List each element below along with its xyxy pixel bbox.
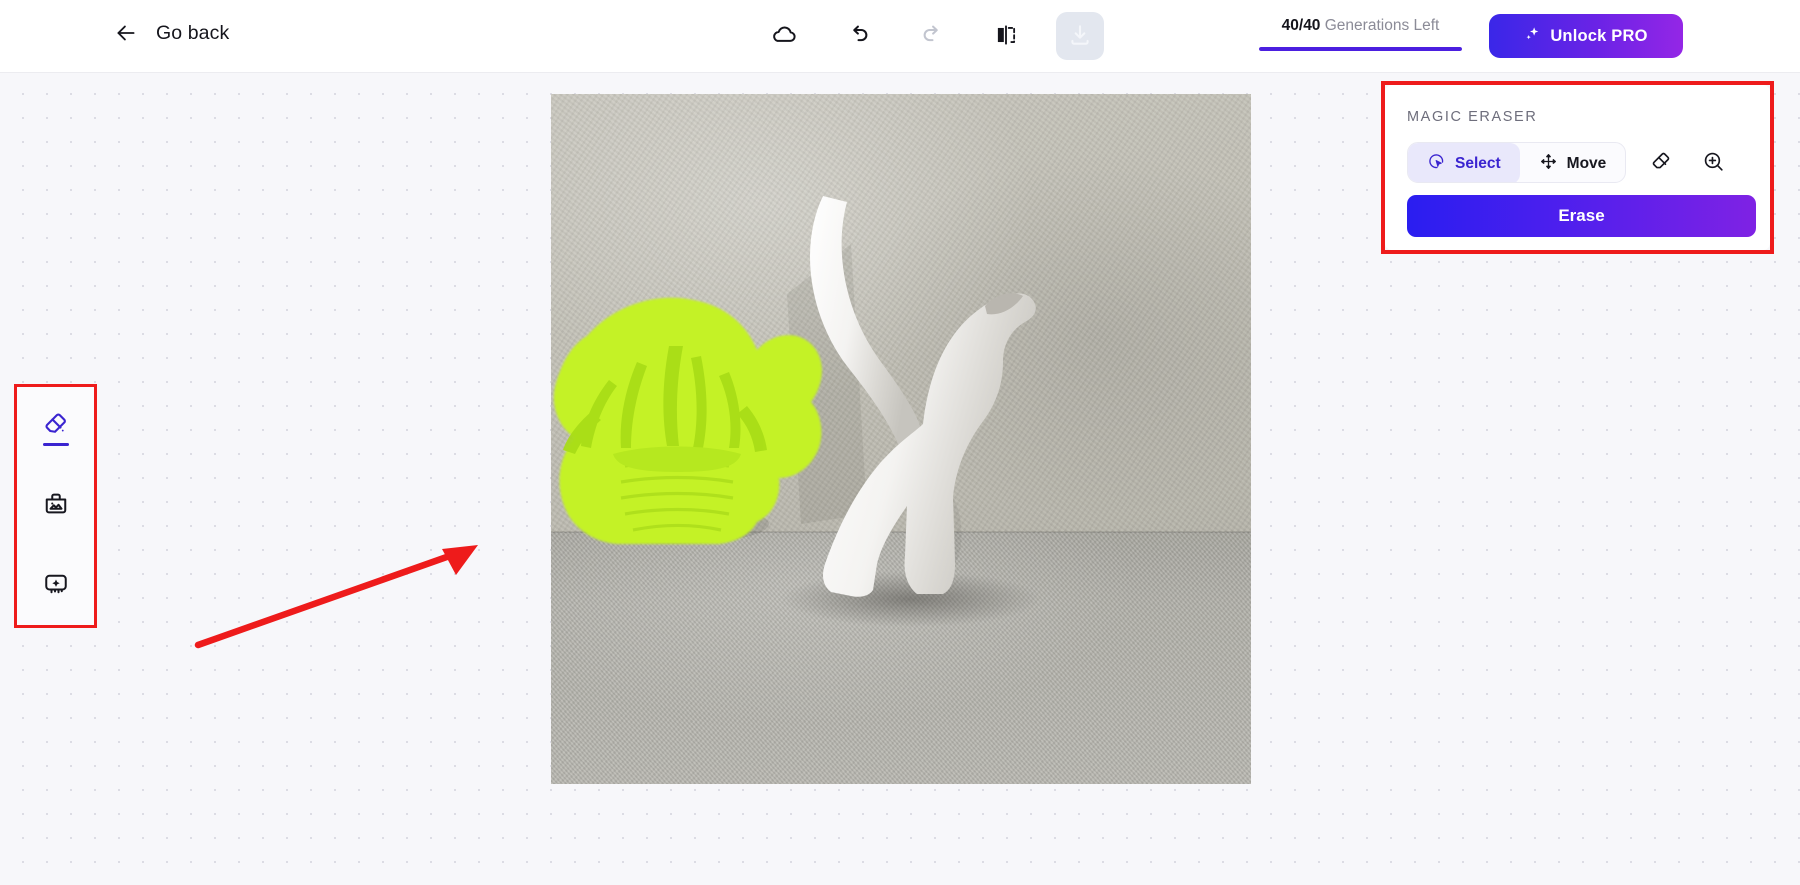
download-button[interactable] <box>1056 12 1104 60</box>
zoom-in-icon <box>1701 149 1726 177</box>
mode-switch: Select Move <box>1407 142 1627 183</box>
panel-zoom-in-button[interactable] <box>1696 146 1730 180</box>
move-arrows-icon <box>1539 152 1558 176</box>
header-toolbar <box>760 12 1104 60</box>
editor-canvas[interactable]: MAGIC ERASER Select Move Erase <box>0 73 1800 885</box>
generations-progress-track <box>1259 47 1462 51</box>
ai-enhance-tool-button[interactable] <box>14 546 97 625</box>
magic-eraser-tool-button[interactable] <box>14 387 97 466</box>
go-back-button[interactable]: Go back <box>113 20 229 46</box>
editor-image[interactable] <box>551 94 1251 784</box>
cloud-icon <box>770 21 798 52</box>
image-bag-icon <box>41 488 71 523</box>
erase-button-label: Erase <box>1558 206 1605 225</box>
sparkle-frame-icon <box>41 568 71 603</box>
undo-icon <box>845 21 872 51</box>
mode-tab-select[interactable]: Select <box>1408 143 1520 182</box>
panel-eraser-button[interactable] <box>1644 146 1678 180</box>
generations-indicator: 40/40 Generations Left <box>1259 17 1462 51</box>
generations-text: Generations Left <box>1324 17 1440 34</box>
unlock-pro-label: Unlock PRO <box>1550 26 1648 45</box>
redo-icon <box>919 21 946 51</box>
cloud-icon-button[interactable] <box>760 12 808 60</box>
eraser-icon <box>41 409 71 444</box>
unlock-pro-button[interactable]: Unlock PRO <box>1489 14 1683 58</box>
app-header: Go back 40/40 Generations Left Unlock PR… <box>0 0 1800 73</box>
panel-title: MAGIC ERASER <box>1407 109 1538 125</box>
erase-button[interactable]: Erase <box>1407 195 1756 237</box>
selection-mask <box>553 297 822 544</box>
left-tool-sidebar <box>14 384 97 628</box>
active-tool-indicator <box>42 443 69 447</box>
eraser-icon <box>1649 149 1674 177</box>
generations-count: 40/40 <box>1281 17 1321 34</box>
undo-button[interactable] <box>834 12 882 60</box>
magic-eraser-panel-highlight: MAGIC ERASER Select Move Erase <box>1381 81 1774 254</box>
compare-split-button[interactable] <box>982 12 1030 60</box>
mode-tab-move[interactable]: Move <box>1520 143 1626 182</box>
panel-mode-row: Select Move <box>1407 142 1748 183</box>
mode-tab-move-label: Move <box>1566 154 1607 172</box>
annotation-arrow <box>194 545 478 649</box>
go-back-label: Go back <box>156 21 230 44</box>
magic-eraser-panel: MAGIC ERASER Select Move Erase <box>1385 85 1770 250</box>
mode-tab-select-label: Select <box>1455 154 1501 172</box>
compare-split-icon <box>993 22 1019 51</box>
remove-bg-tool-button[interactable] <box>14 466 97 545</box>
arrow-left-icon <box>113 20 139 46</box>
sparkles-icon <box>1524 25 1542 48</box>
redo-button[interactable] <box>908 12 956 60</box>
generations-progress-fill <box>1259 47 1462 51</box>
download-icon <box>1067 22 1093 51</box>
generations-label: 40/40 Generations Left <box>1259 17 1462 35</box>
lasso-cursor-icon <box>1427 152 1446 176</box>
